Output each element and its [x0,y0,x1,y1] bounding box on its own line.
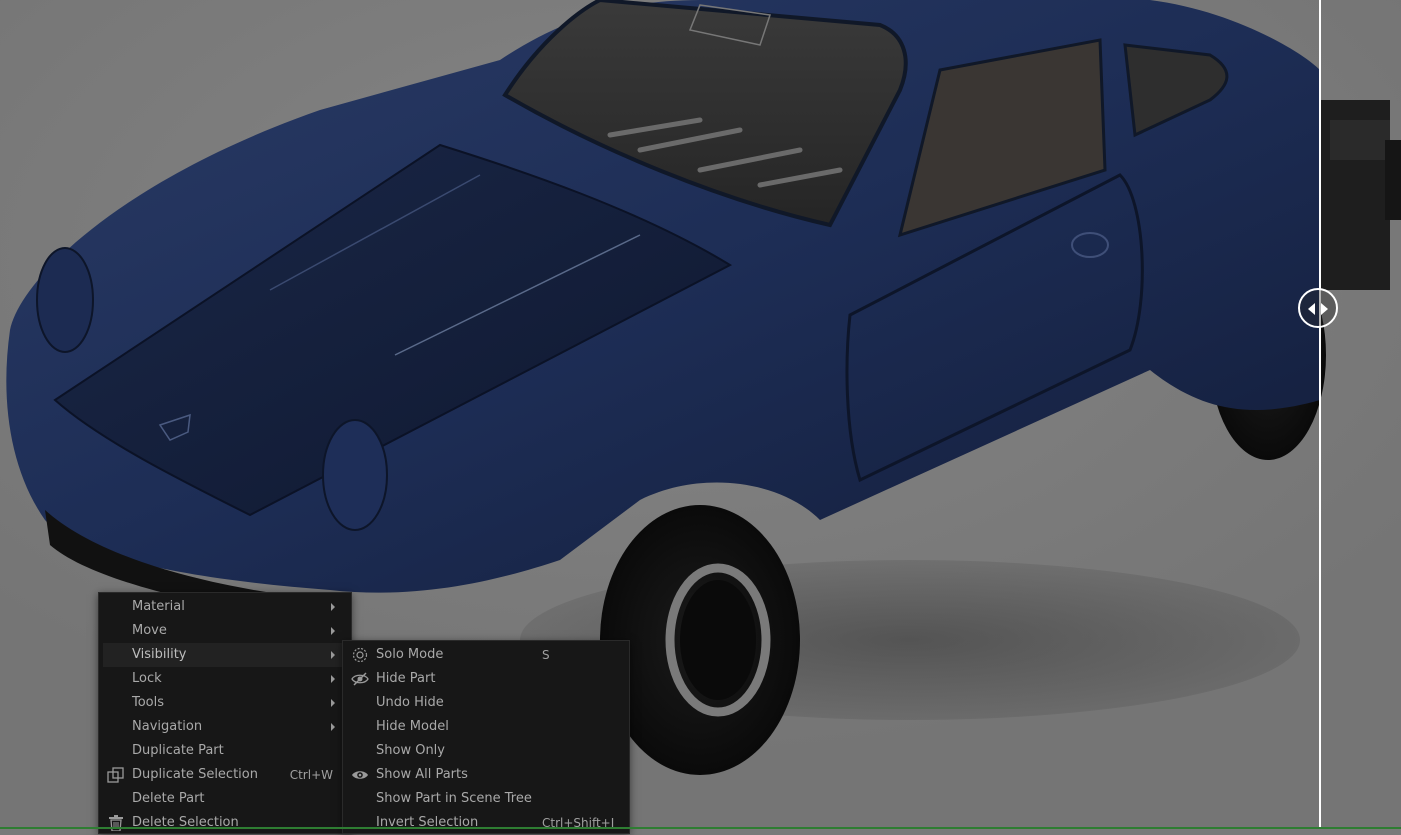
front-wheel [600,505,800,775]
submenu-arrow-icon [331,675,335,683]
menu-item-label: Navigation [132,719,203,734]
menu-item-shortcut: Ctrl+W [289,768,333,782]
menu-item-move[interactable]: Move [103,619,347,643]
duplicate-icon [107,767,124,783]
menu-item-label: Duplicate Selection [132,767,258,782]
arrow-right-icon [1321,303,1328,315]
submenu-item-label: Undo Hide [376,695,444,710]
menu-item-label: Material [132,599,185,614]
submenu-item-label: Show Only [376,743,445,758]
split-view-handle-icon[interactable] [1298,288,1338,328]
visibility-submenu: Solo Mode S Hide Part Undo Hide Hide Mod… [342,640,630,834]
submenu-arrow-icon [331,699,335,707]
left-headlight [36,247,94,353]
arrow-left-icon [1308,303,1315,315]
submenu-item-solo-mode[interactable]: Solo Mode S [347,643,625,667]
menu-item-navigation[interactable]: Navigation [103,715,347,739]
menu-item-label: Visibility [132,647,187,662]
submenu-item-show-only[interactable]: Show Only [347,739,625,763]
submenu-item-show-part-in-scene-tree[interactable]: Show Part in Scene Tree [347,787,625,811]
menu-item-label: Delete Part [132,791,205,806]
submenu-item-shortcut: Ctrl+Shift+I [542,816,615,830]
submenu-item-undo-hide[interactable]: Undo Hide [347,691,625,715]
submenu-item-label: Solo Mode [376,647,444,662]
context-menu: Material Move Visibility Lock Tools Navi… [98,592,352,834]
menu-item-duplicate-part[interactable]: Duplicate Part [103,739,347,763]
menu-item-label: Delete Selection [132,815,239,830]
submenu-arrow-icon [331,627,335,635]
menu-item-tools[interactable]: Tools [103,691,347,715]
right-headlight [322,419,388,531]
menu-item-lock[interactable]: Lock [103,667,347,691]
eye-icon [352,771,368,779]
menu-item-label: Tools [132,695,165,710]
submenu-item-show-all-parts[interactable]: Show All Parts [347,763,625,787]
comparison-divider[interactable] [1319,0,1321,829]
submenu-item-label: Invert Selection [376,815,479,830]
submenu-item-label: Show Part in Scene Tree [376,791,532,806]
rear-spoiler [1320,100,1401,290]
submenu-item-label: Show All Parts [376,767,468,782]
submenu-item-invert-selection[interactable]: Invert Selection Ctrl+Shift+I [347,811,625,835]
submenu-item-label: Hide Part [376,671,436,686]
menu-item-material[interactable]: Material [103,595,347,619]
menu-item-delete-part[interactable]: Delete Part [103,787,347,811]
submenu-item-shortcut: S [542,648,550,662]
submenu-item-label: Hide Model [376,719,449,734]
submenu-item-hide-model[interactable]: Hide Model [347,715,625,739]
solo-mode-icon [352,647,368,663]
submenu-item-hide-part[interactable]: Hide Part [347,667,625,691]
menu-item-duplicate-selection[interactable]: Duplicate Selection Ctrl+W [103,763,347,787]
eye-slash-icon [351,672,369,686]
menu-item-label: Duplicate Part [132,743,224,758]
submenu-arrow-icon [331,723,335,731]
menu-item-label: Move [132,623,167,638]
menu-item-delete-selection[interactable]: Delete Selection [103,811,347,835]
submenu-arrow-icon [331,603,335,611]
menu-item-label: Lock [132,671,162,686]
submenu-arrow-icon [331,651,335,659]
menu-item-visibility[interactable]: Visibility [103,643,347,667]
